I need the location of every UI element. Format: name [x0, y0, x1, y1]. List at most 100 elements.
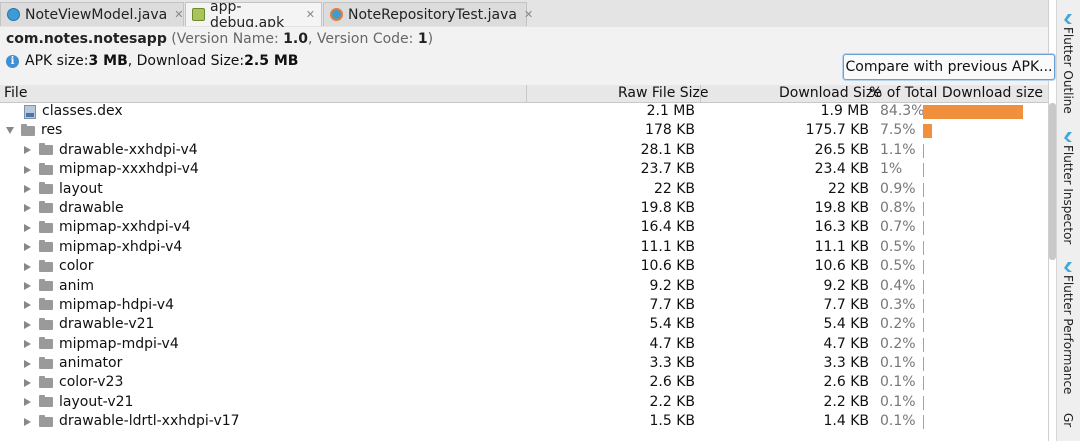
file-name-cell: mipmap-xhdpi-v4 [24, 238, 182, 257]
dex-file-icon [24, 104, 36, 119]
file-name: classes.dex [42, 103, 123, 119]
collapsed-arrow-icon[interactable] [24, 282, 31, 291]
download-size-cell: 22 KB [827, 180, 869, 197]
file-name: color [59, 258, 94, 275]
tab-label: app-debug.apk [210, 0, 285, 31]
file-name: mipmap-xxxhdpi-v4 [59, 161, 199, 178]
table-row[interactable]: layout 22 KB 22 KB 0.9% [0, 180, 1048, 199]
collapsed-arrow-icon[interactable] [24, 417, 31, 426]
raw-size-cell: 1.5 KB [649, 413, 696, 430]
collapsed-arrow-icon[interactable] [24, 262, 31, 271]
collapsed-arrow-icon[interactable] [24, 398, 31, 407]
collapsed-arrow-icon[interactable] [24, 340, 31, 349]
flutter-inspector-tab[interactable]: Flutter Inspector [1058, 132, 1078, 244]
raw-size-cell: 23.7 KB [640, 161, 695, 178]
gradle-tab[interactable]: Gr [1058, 413, 1078, 427]
expanded-arrow-icon[interactable] [6, 127, 14, 135]
download-size-cell: 9.2 KB [823, 277, 870, 294]
flutter-performance-tab[interactable]: Flutter Performance [1058, 262, 1078, 394]
folder-icon [39, 337, 53, 350]
percent-bar [923, 124, 932, 139]
file-name-cell: layout-v21 [24, 393, 133, 412]
collapsed-arrow-icon[interactable] [24, 243, 31, 252]
tab-noteviewmodel[interactable]: NoteViewModel.java ✕ [0, 2, 184, 26]
percent-bar [923, 182, 924, 197]
close-icon[interactable]: ✕ [174, 8, 183, 21]
file-name-cell: drawable-v21 [24, 315, 154, 334]
column-file[interactable]: File [4, 85, 27, 102]
scrollbar-thumb[interactable] [1049, 103, 1056, 260]
version-mid: , Version Code: [307, 31, 418, 47]
table-row[interactable]: classes.dex 2.1 MB 1.9 MB 84.3% [0, 102, 1048, 121]
table-row[interactable]: res 178 KB 175.7 KB 7.5% [0, 121, 1048, 140]
table-row[interactable]: mipmap-mdpi-v4 4.7 KB 4.7 KB 0.2% [0, 335, 1048, 354]
download-size-cell: 7.7 KB [823, 296, 870, 313]
folder-icon [39, 162, 53, 175]
file-name: color-v23 [59, 374, 124, 391]
column-divider [526, 85, 527, 102]
table-header: File Raw File Size Download Size % of To… [0, 85, 1048, 103]
table-row[interactable]: animator 3.3 KB 3.3 KB 0.1% [0, 354, 1048, 373]
column-download-size[interactable]: Download Size [779, 85, 882, 102]
file-name-cell: drawable-ldrtl-xxhdpi-v17 [24, 412, 240, 431]
table-row[interactable]: anim 9.2 KB 9.2 KB 0.4% [0, 277, 1048, 296]
file-name: animator [59, 355, 123, 372]
table-row[interactable]: mipmap-hdpi-v4 7.7 KB 7.7 KB 0.3% [0, 296, 1048, 315]
table-row[interactable]: drawable 19.8 KB 19.8 KB 0.8% [0, 199, 1048, 218]
close-icon[interactable]: ✕ [524, 8, 533, 21]
flutter-outline-tab[interactable]: Flutter Outline [1058, 14, 1078, 114]
raw-size-cell: 2.6 KB [649, 374, 696, 391]
table-row[interactable]: layout-v21 2.2 KB 2.2 KB 0.1% [0, 393, 1048, 412]
table-row[interactable]: drawable-ldrtl-xxhdpi-v17 1.5 KB 1.4 KB 0.1… [0, 412, 1048, 431]
tab-app-debug-apk[interactable]: app-debug.apk ✕ [185, 0, 322, 31]
column-raw-size[interactable]: Raw File Size [618, 85, 709, 102]
collapsed-arrow-icon[interactable] [24, 146, 31, 155]
collapsed-arrow-icon[interactable] [24, 359, 31, 368]
download-size-value: 2.5 MB [244, 53, 299, 69]
version-name: 1.0 [283, 31, 308, 47]
file-name-cell: drawable [24, 199, 124, 218]
file-name-cell: color-v23 [24, 373, 123, 392]
close-icon[interactable]: ✕ [306, 8, 315, 21]
compare-apk-button[interactable]: Compare with previous APK... [843, 54, 1055, 80]
download-size-cell: 10.6 KB [814, 258, 869, 275]
percent-cell: 0.2% [880, 335, 916, 352]
raw-size-cell: 178 KB [645, 122, 695, 139]
column-percent[interactable]: % of Total Download size [869, 85, 1043, 102]
table-row[interactable]: color 10.6 KB 10.6 KB 0.5% [0, 257, 1048, 276]
percent-cell: 84.3% [880, 103, 925, 119]
table-row[interactable]: mipmap-xxhdpi-v4 16.4 KB 16.3 KB 0.7% [0, 218, 1048, 237]
collapsed-arrow-icon[interactable] [24, 378, 31, 387]
flutter-icon [1064, 14, 1072, 24]
table-row[interactable]: mipmap-xhdpi-v4 11.1 KB 11.1 KB 0.5% [0, 238, 1048, 257]
tab-noterepositorytest[interactable]: NoteRepositoryTest.java ✕ [323, 2, 533, 26]
tab-label: NoteRepositoryTest.java [348, 6, 517, 23]
file-name-cell: mipmap-xxxhdpi-v4 [24, 160, 199, 179]
download-size-cell: 16.3 KB [814, 219, 869, 236]
download-size-cell: 5.4 KB [823, 316, 870, 333]
file-name: mipmap-xhdpi-v4 [59, 238, 183, 255]
collapsed-arrow-icon[interactable] [24, 223, 31, 232]
percent-cell: 0.1% [880, 413, 916, 430]
percent-cell: 0.1% [880, 393, 916, 410]
collapsed-arrow-icon[interactable] [24, 165, 31, 174]
file-name-cell: layout [24, 180, 103, 199]
folder-icon [39, 220, 53, 233]
table-row[interactable]: color-v23 2.6 KB 2.6 KB 0.1% [0, 373, 1048, 392]
collapsed-arrow-icon[interactable] [24, 185, 31, 194]
collapsed-arrow-icon[interactable] [24, 320, 31, 329]
collapsed-arrow-icon[interactable] [24, 301, 31, 310]
file-name-cell: mipmap-xxhdpi-v4 [24, 218, 191, 237]
folder-icon [39, 143, 53, 156]
file-name: layout-v21 [59, 393, 134, 410]
version-code: 1 [417, 31, 428, 47]
table-row[interactable]: drawable-v21 5.4 KB 5.4 KB 0.2% [0, 315, 1048, 334]
size-summary: i APK size: 3 MB, Download Size: 2.5 MB [6, 53, 298, 69]
download-size-cell: 3.3 KB [823, 355, 870, 372]
raw-size-cell: 11.1 KB [640, 238, 695, 255]
table-row[interactable]: mipmap-xxxhdpi-v4 23.7 KB 23.4 KB 1% [0, 160, 1048, 179]
flutter-icon [1064, 262, 1072, 272]
collapsed-arrow-icon[interactable] [24, 204, 31, 213]
file-name: drawable [59, 199, 124, 216]
table-row[interactable]: drawable-xxhdpi-v4 28.1 KB 26.5 KB 1.1% [0, 141, 1048, 160]
